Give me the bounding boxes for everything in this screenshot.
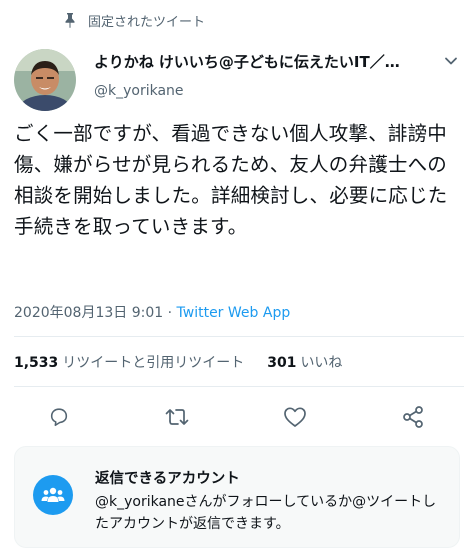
people-icon [33,475,73,515]
reply-restriction-description: @k_yorikaneさんがフォローしているか@ツイートしたアカウントが返信でき… [95,494,437,532]
share-icon [403,406,423,428]
reply-restriction-title: 返信できるアカウント [95,471,240,487]
author-display-name[interactable]: よりかね けいいち@子どもに伝えたいIT／メデ… [94,51,414,72]
reply-button[interactable] [43,401,75,433]
retweets-label: リツイートと引用リツイート [62,355,245,371]
pinned-label: 固定されたツイート [88,14,206,30]
likes-stat[interactable]: 301 いいね [267,355,342,371]
tweet-stats: 1,533 リツイートと引用リツイート 301 いいね [14,352,342,372]
retweets-count: 1,533 [14,355,59,371]
likes-label: いいね [300,355,343,371]
divider [14,386,464,387]
tweet-timestamp[interactable]: 2020年08月13日 9:01 [14,305,163,321]
heart-icon [284,407,306,427]
meta-separator: · [167,305,173,321]
chevron-down-icon[interactable] [444,53,458,67]
tweet-meta: 2020年08月13日 9:01 · Twitter Web App [14,302,290,322]
pin-icon [62,12,78,28]
like-button[interactable] [279,401,311,433]
tweet-source[interactable]: Twitter Web App [177,305,291,321]
divider [14,336,464,337]
share-button[interactable] [397,401,429,433]
reply-icon [50,408,68,427]
reply-restriction-card: 返信できるアカウント @k_yorikaneさんがフォローしているか@ツイートし… [14,446,460,548]
avatar[interactable] [14,49,76,111]
retweets-stat[interactable]: 1,533 リツイートと引用リツイート [14,355,249,371]
likes-count: 301 [267,355,297,371]
tweet-text: ごく一部ですが、看過できない個人攻撃、誹謗中傷、嫌がらせが見られるため、友人の弁… [14,122,448,238]
retweet-icon [165,409,189,425]
tweet-actions [0,401,474,433]
retweet-button[interactable] [161,401,193,433]
author-handle[interactable]: @k_yorikane [94,83,184,99]
pinned-tweet-indicator: 固定されたツイート [62,10,205,30]
author-row[interactable]: よりかね けいいち@子どもに伝えたいIT／メデ… [94,51,464,72]
